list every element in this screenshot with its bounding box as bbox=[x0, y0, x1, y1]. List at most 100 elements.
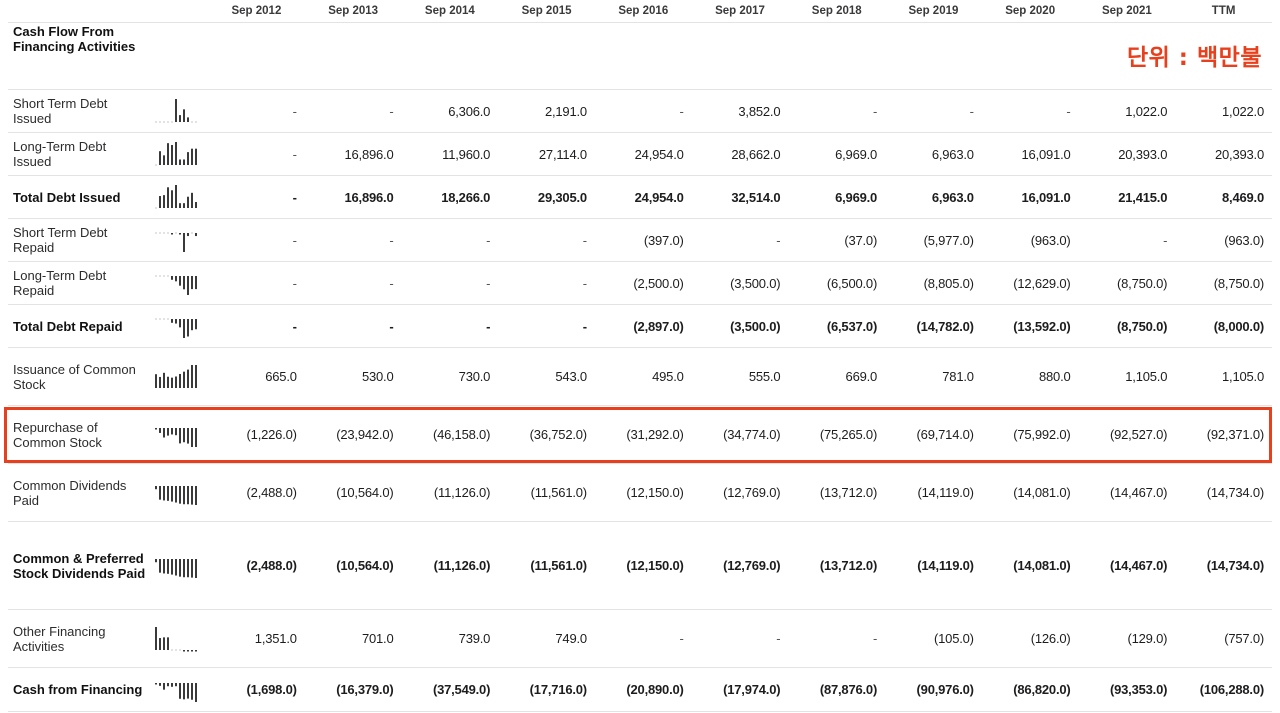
sparkline-bar bbox=[167, 636, 170, 650]
sparkline-bar bbox=[183, 276, 186, 290]
sparkline-bar bbox=[155, 485, 158, 489]
value-cell: (75,265.0) bbox=[788, 405, 886, 464]
sparkline-cell bbox=[146, 609, 209, 668]
value-cell: (12,629.0) bbox=[981, 261, 1079, 305]
sparkline-chart bbox=[155, 99, 198, 123]
sparkline-bar bbox=[183, 203, 186, 208]
value-cell: (11,561.0) bbox=[498, 521, 595, 610]
value-cell: - bbox=[788, 609, 886, 668]
value-cell: 6,963.0 bbox=[885, 175, 982, 219]
row-label: Common & Preferred Stock Dividends Paid bbox=[8, 521, 147, 610]
value-cell: (757.0) bbox=[1175, 609, 1272, 668]
value-cell: 24,954.0 bbox=[594, 175, 692, 219]
sparkline-bar bbox=[191, 276, 194, 290]
value-cell: (37.0) bbox=[788, 218, 886, 262]
value-cell: 16,896.0 bbox=[304, 175, 402, 219]
sparkline-cell bbox=[146, 521, 209, 610]
sparkline-bar bbox=[179, 682, 182, 699]
value-cell: (397.0) bbox=[594, 218, 692, 262]
value-cell: - bbox=[788, 89, 886, 133]
column-header: Sep 2016 bbox=[594, 0, 692, 23]
table-row: Long-Term Debt Repaid - - - - (2,500.0) (3,500… bbox=[8, 261, 1272, 305]
sparkline-bar bbox=[171, 427, 174, 434]
sparkline-bar bbox=[195, 364, 198, 388]
value-cell: 495.0 bbox=[594, 347, 692, 406]
sparkline-cell bbox=[146, 261, 209, 305]
column-header: Sep 2015 bbox=[498, 0, 595, 23]
sparkline-bar bbox=[179, 233, 182, 235]
value-cell: (87,876.0) bbox=[788, 667, 886, 712]
value-cell: (12,769.0) bbox=[691, 521, 789, 610]
sparkline-chart bbox=[155, 232, 198, 252]
sparkline-bar bbox=[175, 682, 178, 686]
sparkline-bar bbox=[195, 202, 198, 208]
value-cell: 749.0 bbox=[498, 609, 595, 668]
sparkline-bar bbox=[183, 109, 186, 122]
value-cell: (8,805.0) bbox=[885, 261, 982, 305]
sparkline-bar bbox=[167, 121, 170, 123]
sparkline-chart bbox=[155, 185, 198, 209]
value-cell: (17,974.0) bbox=[691, 667, 789, 712]
value-cell: 16,896.0 bbox=[304, 132, 402, 176]
value-cell: - bbox=[304, 304, 402, 348]
sparkline-chart bbox=[155, 142, 198, 166]
sparkline-bar bbox=[155, 558, 158, 562]
value-cell: - bbox=[304, 89, 402, 133]
value-cell: - bbox=[1078, 218, 1176, 262]
sparkline-bar bbox=[175, 427, 178, 435]
column-header: Sep 2017 bbox=[691, 0, 789, 23]
sparkline-cell bbox=[146, 347, 209, 406]
value-cell: (10,564.0) bbox=[304, 463, 402, 522]
sparkline-bar bbox=[167, 275, 170, 277]
value-cell: (12,769.0) bbox=[691, 463, 789, 522]
value-cell: 20,393.0 bbox=[1078, 132, 1176, 176]
sparkline-bar bbox=[159, 485, 162, 500]
value-cell: (14,467.0) bbox=[1078, 463, 1176, 522]
value-cell: (16,379.0) bbox=[304, 667, 402, 712]
value-cell: 32,514.0 bbox=[691, 175, 789, 219]
sparkline-bar bbox=[163, 636, 166, 650]
sparkline-bar bbox=[191, 148, 194, 165]
sparkline-bar bbox=[179, 319, 182, 328]
value-cell: (963.0) bbox=[1175, 218, 1272, 262]
sparkline-bar bbox=[167, 232, 170, 234]
sparkline-bar bbox=[163, 318, 166, 320]
header-label-cell bbox=[8, 0, 147, 23]
sparkline-bar bbox=[171, 377, 174, 388]
sparkline-bar bbox=[179, 159, 182, 165]
sparkline-bar bbox=[171, 485, 174, 502]
value-cell: - bbox=[208, 218, 305, 262]
sparkline-bar bbox=[167, 318, 170, 320]
row-label: Common Dividends Paid bbox=[8, 463, 147, 522]
sparkline-bar bbox=[187, 649, 190, 651]
sparkline-bar bbox=[171, 649, 174, 650]
value-cell: (8,750.0) bbox=[1078, 304, 1176, 348]
sparkline-bar bbox=[155, 121, 158, 123]
sparkline-bar bbox=[187, 485, 190, 504]
sparkline-bar bbox=[155, 626, 158, 650]
unit-label: 단위 : 백만불 bbox=[1126, 45, 1262, 71]
sparkline-bar bbox=[155, 318, 158, 320]
sparkline-chart bbox=[155, 558, 198, 578]
sparkline-bar bbox=[171, 276, 174, 280]
value-cell: (92,527.0) bbox=[1078, 405, 1176, 464]
sparkline-bar bbox=[175, 232, 178, 234]
sparkline-bar bbox=[179, 203, 182, 208]
value-cell: (11,126.0) bbox=[401, 463, 499, 522]
value-cell: (23,942.0) bbox=[304, 405, 402, 464]
row-label: Total Debt Repaid bbox=[8, 304, 147, 348]
value-cell: 3,852.0 bbox=[691, 89, 789, 133]
value-cell: (86,820.0) bbox=[981, 667, 1079, 712]
value-cell: - bbox=[498, 304, 595, 348]
value-cell: 730.0 bbox=[401, 347, 499, 406]
sparkline-chart bbox=[155, 275, 198, 295]
sparkline-bar bbox=[187, 319, 190, 337]
sparkline-bar bbox=[155, 373, 158, 388]
row-label: Issuance of Common Stock bbox=[8, 347, 147, 406]
value-cell: (1,226.0) bbox=[208, 405, 305, 464]
value-cell: (8,750.0) bbox=[1078, 261, 1176, 305]
sparkline-bar bbox=[171, 190, 174, 208]
value-cell: 1,022.0 bbox=[1078, 89, 1176, 133]
sparkline-bar bbox=[195, 319, 198, 330]
value-cell: 8,469.0 bbox=[1175, 175, 1272, 219]
